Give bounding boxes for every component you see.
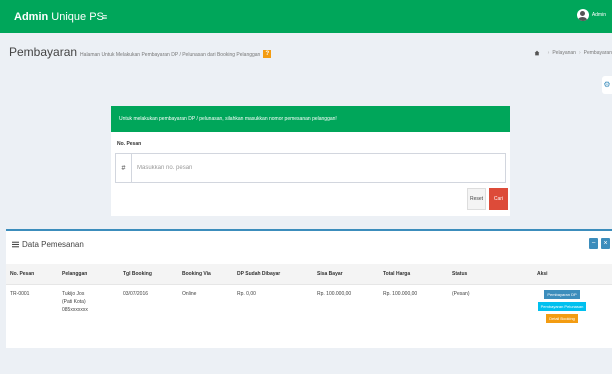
cell-no-pesan: TR-0001: [10, 291, 30, 297]
breadcrumb: › Pelayanan › Pembayaran: [534, 50, 612, 56]
page-subtitle: Halaman Untuk Melakukan Pembayaran DP / …: [80, 52, 261, 58]
user-avatar-icon: [576, 9, 589, 21]
column-header[interactable]: No. Pesan: [10, 271, 34, 277]
pembayaran-dp-button[interactable]: Pembayaran DP: [544, 290, 580, 299]
cell-status: (Pesan): [452, 291, 470, 297]
page-header: Pembayaran Halaman Untuk Melakukan Pemba…: [9, 45, 272, 59]
data-table: No. Pesan Pelanggan Tgl Booking Booking …: [6, 264, 612, 345]
cell-sisa-bayar: Rp. 100.000,00: [317, 291, 352, 297]
gear-icon[interactable]: ⚙: [602, 76, 612, 94]
cell-total-harga: Rp. 100.000,00: [383, 291, 418, 297]
collapse-button[interactable]: −: [589, 238, 598, 249]
cari-button[interactable]: Cari: [489, 188, 508, 210]
column-header[interactable]: Total Harga: [383, 271, 410, 277]
close-button[interactable]: ×: [601, 238, 610, 249]
data-pemesanan-box: Data Pemesanan − × No. Pesan Pelanggan T…: [6, 229, 612, 348]
info-alert: Untuk melakukan pembayaran DP / pelunasa…: [111, 106, 510, 132]
no-pesan-label: No. Pesan: [117, 141, 142, 147]
box-title: Data Pemesanan: [22, 240, 84, 249]
user-menu[interactable]: Admin: [576, 9, 606, 21]
box-tools: − ×: [586, 238, 610, 249]
column-header[interactable]: Tgl Booking: [123, 271, 152, 277]
column-header[interactable]: Booking Via: [182, 271, 211, 277]
search-box: Untuk melakukan pembayaran DP / pelunasa…: [111, 106, 510, 216]
pembayaran-pelunasan-button[interactable]: Pembayaran Pelunasan: [537, 302, 587, 311]
hashtag-icon: #: [116, 154, 132, 182]
no-pesan-input-group: #: [115, 153, 506, 183]
box-header: Data Pemesanan: [12, 240, 84, 249]
brand-logo[interactable]: Admin Unique PS: [0, 11, 104, 23]
column-header[interactable]: DP Sudah Dibayar: [237, 271, 280, 277]
reset-button[interactable]: Reset: [467, 188, 486, 210]
column-header[interactable]: Sisa Bayar: [317, 271, 343, 277]
cell-booking-via: Online: [182, 291, 197, 297]
table-row: TR-0001 Tukijo Jos (Pati Kota) 085xxxxxx…: [6, 285, 612, 345]
column-header[interactable]: Status: [452, 271, 467, 277]
table-header: No. Pesan Pelanggan Tgl Booking Booking …: [6, 264, 612, 285]
pelanggan-name: Tukijo Jos: [62, 291, 85, 297]
cell-pelanggan: Tukijo Jos (Pati Kota) 085xxxxxxx: [62, 290, 88, 314]
page-title: Pembayaran: [9, 45, 78, 59]
pelanggan-city: (Pati Kota): [62, 299, 86, 305]
help-icon[interactable]: ?: [263, 50, 272, 58]
column-header: Aksi: [537, 271, 548, 277]
breadcrumb-pembayaran: Pembayaran: [583, 50, 612, 56]
user-name: Admin: [591, 12, 606, 18]
column-header[interactable]: Pelanggan: [62, 271, 87, 277]
dashboard-icon[interactable]: [534, 50, 540, 56]
hamburger-icon[interactable]: ≡: [102, 12, 107, 22]
pelanggan-phone: 085xxxxxxx: [62, 307, 88, 313]
cell-dp: Rp. 0,00: [237, 291, 256, 297]
breadcrumb-pelayanan[interactable]: Pelayanan: [552, 50, 576, 56]
list-icon: [12, 241, 19, 248]
top-navbar: Admin Unique PS ≡ Admin: [0, 0, 612, 33]
detail-booking-button[interactable]: Detail Booking: [546, 314, 578, 323]
no-pesan-input[interactable]: [132, 154, 505, 182]
cell-aksi: Pembayaran DP Pembayaran Pelunasan Detai…: [532, 290, 592, 326]
cell-tgl-booking: 03/07/2016: [123, 291, 149, 297]
